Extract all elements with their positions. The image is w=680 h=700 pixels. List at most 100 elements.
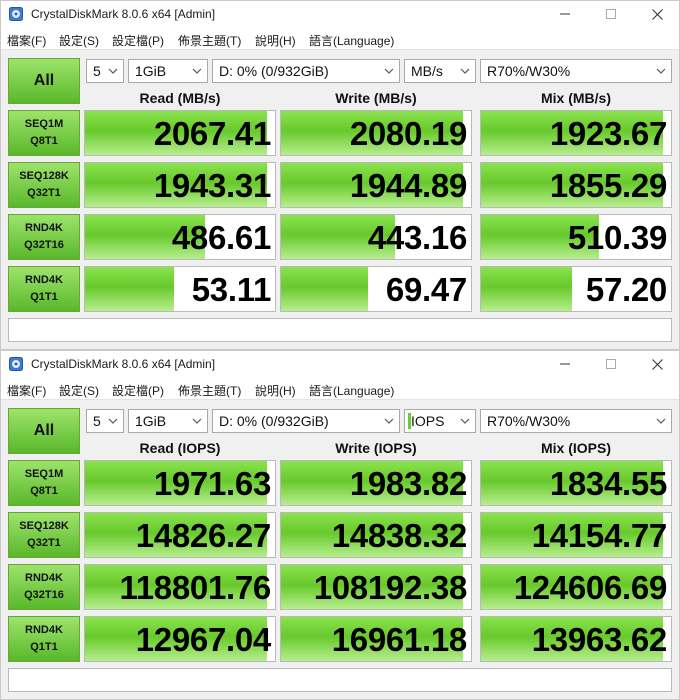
menu-item-4[interactable]: 說明(H)	[255, 32, 296, 49]
write-header: Write (IOPS)	[335, 440, 417, 456]
drive-value: D: 0% (0/932GiB)	[219, 413, 329, 429]
result-value: 510.39	[567, 219, 667, 256]
mix-ratio-select[interactable]: R70%/W30%	[480, 59, 672, 83]
menu-item-3[interactable]: 佈景主題(T)	[178, 382, 241, 399]
test-size-value: 1GiB	[135, 63, 167, 79]
window-title: CrystalDiskMark 8.0.6 x64 [Admin]	[31, 357, 216, 371]
comment-input[interactable]	[8, 318, 672, 342]
result-value: 1983.82	[349, 465, 467, 502]
minimize-button[interactable]	[542, 350, 588, 378]
test-count-value: 5	[93, 63, 101, 79]
result-value: 14826.27	[135, 517, 272, 554]
test-button-3[interactable]: RND4K Q1T1	[8, 266, 80, 312]
test-button-1[interactable]: SEQ128K Q32T1	[8, 512, 80, 558]
chevron-down-icon	[460, 68, 470, 74]
menu-item-1[interactable]: 設定(S)	[59, 382, 99, 399]
test-queue-threads: Q1T1	[30, 291, 58, 303]
title-bar[interactable]: CrystalDiskMark 8.0.6 x64 [Admin]	[0, 350, 680, 378]
test-name: SEQ1M	[24, 118, 64, 130]
result-value: 124606.69	[513, 569, 668, 606]
result-cell: 1983.82	[280, 460, 472, 506]
chevron-down-icon	[192, 418, 202, 424]
test-name: SEQ128K	[19, 520, 69, 532]
result-value: 16961.18	[331, 621, 468, 658]
test-name: SEQ1M	[24, 468, 64, 480]
chevron-down-icon	[460, 418, 470, 424]
all-button[interactable]: All	[8, 408, 80, 454]
test-button-0[interactable]: SEQ1M Q8T1	[8, 460, 80, 506]
minimize-button[interactable]	[542, 0, 588, 28]
test-button-2[interactable]: RND4K Q32T16	[8, 564, 80, 610]
result-bar	[281, 267, 369, 311]
mix-header: Mix (MB/s)	[541, 90, 611, 106]
menu-item-5[interactable]: 語言(Language)	[309, 382, 394, 399]
menu-item-3[interactable]: 佈景主題(T)	[178, 32, 241, 49]
maximize-icon	[606, 359, 616, 369]
unit-select[interactable]: MB/s	[404, 59, 476, 83]
test-size-select[interactable]: 1GiB	[128, 59, 208, 83]
menu-bar: 檔案(F) 設定(S) 設定檔(P) 佈景主題(T) 說明(H) 語言(Language)	[0, 378, 680, 400]
result-cell: 510.39	[480, 214, 672, 260]
menu-item-5[interactable]: 語言(Language)	[309, 32, 394, 49]
result-cell: 13963.62	[480, 616, 672, 662]
result-cell: 1943.31	[84, 162, 276, 208]
result-value: 1943.31	[153, 167, 271, 204]
test-queue-threads: Q8T1	[30, 485, 58, 497]
result-bar	[481, 267, 573, 311]
menu-item-0[interactable]: 檔案(F)	[7, 32, 46, 49]
drive-value: D: 0% (0/932GiB)	[219, 63, 329, 79]
result-value: 118801.76	[119, 569, 272, 606]
menu-item-4[interactable]: 說明(H)	[255, 382, 296, 399]
test-button-0[interactable]: SEQ1M Q8T1	[8, 110, 80, 156]
all-button[interactable]: All	[8, 58, 80, 104]
drive-select[interactable]: D: 0% (0/932GiB)	[212, 409, 400, 433]
mix-ratio-select[interactable]: R70%/W30%	[480, 409, 672, 433]
minimize-icon	[560, 363, 570, 365]
crystaldiskmark-app-icon	[9, 7, 23, 21]
result-cell: 1971.63	[84, 460, 276, 506]
benchmark-window-mbps: CrystalDiskMark 8.0.6 x64 [Admin] 檔案(F) 設…	[0, 0, 680, 350]
maximize-button[interactable]	[588, 350, 634, 378]
test-queue-threads: Q32T1	[27, 537, 61, 549]
mix-ratio-value: R70%/W30%	[487, 63, 571, 79]
close-button[interactable]	[634, 0, 680, 28]
result-cell: 118801.76	[84, 564, 276, 610]
drive-select[interactable]: D: 0% (0/932GiB)	[212, 59, 400, 83]
result-value: 69.47	[385, 271, 467, 308]
menu-item-1[interactable]: 設定(S)	[59, 32, 99, 49]
result-value: 1944.89	[349, 167, 467, 204]
test-queue-threads: Q32T16	[24, 589, 64, 601]
menu-item-2[interactable]: 設定檔(P)	[112, 382, 164, 399]
test-size-select[interactable]: 1GiB	[128, 409, 208, 433]
test-name: RND4K	[25, 572, 63, 584]
result-cell: 1834.55	[480, 460, 672, 506]
result-cell: 1923.67	[480, 110, 672, 156]
test-button-2[interactable]: RND4K Q32T16	[8, 214, 80, 260]
unit-value: IOPS	[411, 413, 445, 429]
test-button-1[interactable]: SEQ128K Q32T1	[8, 162, 80, 208]
mix-header: Mix (IOPS)	[540, 440, 611, 456]
result-cell: 16961.18	[280, 616, 472, 662]
result-bar	[85, 267, 175, 311]
test-count-select[interactable]: 5	[86, 409, 124, 433]
result-cell: 14154.77	[480, 512, 672, 558]
maximize-button[interactable]	[588, 0, 634, 28]
test-count-select[interactable]: 5	[86, 59, 124, 83]
title-bar[interactable]: CrystalDiskMark 8.0.6 x64 [Admin]	[0, 0, 680, 28]
unit-select[interactable]: IOPS	[404, 409, 476, 433]
result-value: 108192.38	[313, 569, 468, 606]
comment-input[interactable]	[8, 668, 672, 692]
test-queue-threads: Q32T16	[24, 239, 64, 251]
result-value: 2067.41	[153, 115, 271, 152]
result-value: 443.16	[367, 219, 467, 256]
menu-item-0[interactable]: 檔案(F)	[7, 382, 46, 399]
read-header: Read (IOPS)	[139, 440, 221, 456]
menu-item-2[interactable]: 設定檔(P)	[112, 32, 164, 49]
window-title: CrystalDiskMark 8.0.6 x64 [Admin]	[31, 7, 216, 21]
close-button[interactable]	[634, 350, 680, 378]
test-button-3[interactable]: RND4K Q1T1	[8, 616, 80, 662]
result-cell: 1944.89	[280, 162, 472, 208]
chevron-down-icon	[108, 418, 118, 424]
menu-bar: 檔案(F) 設定(S) 設定檔(P) 佈景主題(T) 說明(H) 語言(Language)	[0, 28, 680, 50]
result-cell: 57.20	[480, 266, 672, 312]
